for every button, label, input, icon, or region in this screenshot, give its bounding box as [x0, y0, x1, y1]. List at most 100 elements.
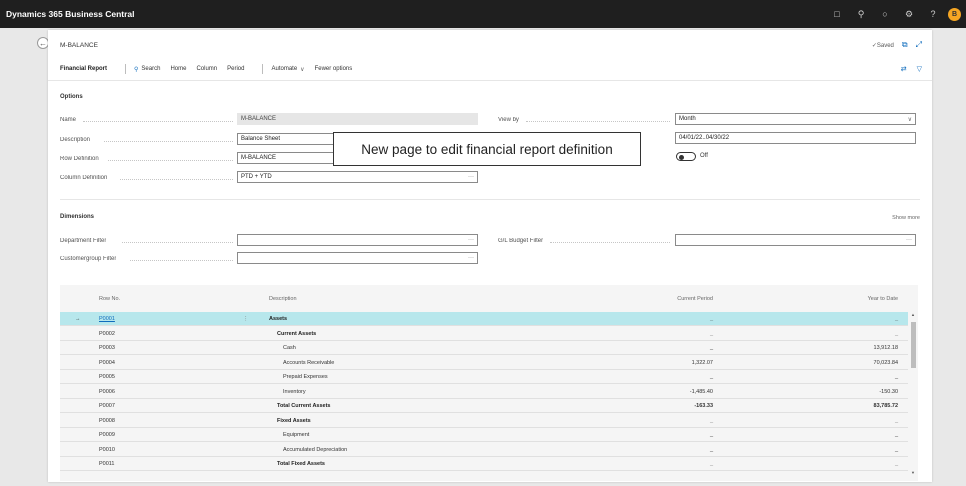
table-row[interactable]: P0011 Total Fixed Assets _ _ [60, 457, 908, 471]
column-definition-field[interactable]: PTD + YTD ··· [237, 171, 478, 183]
current-period-cell: _ [709, 446, 713, 453]
dimensions-section-title[interactable]: Dimensions [60, 214, 94, 220]
column-header-description[interactable]: Description [269, 296, 297, 302]
divider [48, 80, 932, 81]
row-no-cell[interactable]: P0004 [99, 356, 115, 370]
grid-header: Row No. Description Current Period Year … [60, 296, 918, 308]
row-definition-value: M-BALANCE [241, 155, 277, 161]
more-options-icon[interactable]: ··· [906, 237, 912, 243]
expand-icon[interactable]: ⤢ [916, 40, 922, 50]
row-no-cell[interactable]: P0009 [99, 428, 115, 442]
avatar[interactable]: B [948, 7, 961, 21]
current-period-cell: _ [709, 345, 713, 351]
year-to-date-cell: 13,912.18 [873, 345, 898, 351]
app-title[interactable]: Dynamics 365 Business Central [0, 9, 135, 19]
table-row[interactable]: P0008 Fixed Assets _ _ [60, 414, 908, 428]
table-row[interactable]: P0004 Accounts Receivable 1,322.07 70,023.8… [60, 356, 908, 370]
options-section-title[interactable]: Options [60, 94, 83, 100]
current-period-cell: -1,485.40 [689, 388, 713, 395]
period-menu[interactable]: Period [227, 66, 244, 72]
year-to-date-cell: 70,023.84 [873, 359, 898, 366]
current-period-cell: _ [709, 316, 713, 322]
filter-icon[interactable]: ▽ [917, 65, 922, 73]
table-row[interactable]: P0009 Equipment _ _ [60, 428, 908, 442]
row-no-cell[interactable]: P0008 [99, 414, 115, 428]
scroll-down-icon[interactable]: ▼ [911, 470, 915, 475]
dotted-leader [122, 242, 233, 243]
bell-icon[interactable]: ○ [873, 0, 897, 28]
more-options-icon[interactable]: ··· [468, 174, 474, 180]
scroll-up-icon[interactable]: ▲ [911, 312, 915, 317]
description-cell: Equipment [283, 432, 310, 438]
description-cell: Accounts Receivable [283, 359, 335, 366]
description-value: Balance Sheet [241, 136, 281, 142]
toggle-switch[interactable] [676, 152, 696, 161]
description-label: Description [60, 137, 91, 143]
table-row[interactable]: P0006 Inventory -1,485.40 -150.30 [60, 385, 908, 399]
description-cell: Total Fixed Assets [277, 461, 325, 467]
name-value: M-BALANCE [241, 116, 277, 122]
financial-report-tab[interactable]: Financial Report [60, 66, 107, 72]
table-row[interactable]: P0003 Cash _ 13,912.18 [60, 341, 908, 355]
description-cell: Inventory [283, 388, 306, 395]
row-no-cell[interactable]: P0007 [99, 399, 115, 413]
gl-budget-filter-field[interactable]: ··· [675, 234, 916, 246]
row-no-cell[interactable]: P0001 [99, 312, 115, 326]
scroll-thumb[interactable] [911, 322, 916, 368]
row-no-cell[interactable]: P0010 [99, 443, 115, 457]
name-label: Name [60, 117, 77, 123]
automate-menu[interactable]: Automate ∨ [271, 66, 304, 73]
table-row[interactable]: P0010 Accumulated Depreciation _ _ [60, 443, 908, 457]
column-menu[interactable]: Column [196, 66, 217, 72]
department-filter-label: Department Filter [60, 238, 107, 244]
row-no-cell[interactable]: P0003 [99, 341, 115, 355]
callout-annotation: New page to edit financial report defini… [333, 132, 641, 166]
department-filter-field[interactable]: ··· [237, 234, 478, 246]
home-menu[interactable]: Home [170, 66, 186, 72]
row-no-cell[interactable]: P0002 [99, 327, 115, 341]
more-options-icon[interactable]: ··· [468, 255, 474, 261]
fewer-options-button[interactable]: Fewer options [315, 66, 353, 72]
column-header-row-no[interactable]: Row No. [99, 296, 120, 302]
customergroup-filter-field[interactable]: ··· [237, 252, 478, 264]
more-options-icon[interactable]: ··· [468, 237, 474, 243]
action-bar: Financial Report ⚲ Search Home Column Pe… [60, 63, 922, 75]
column-header-year-to-date[interactable]: Year to Date [868, 296, 898, 302]
gear-icon[interactable]: ⚙ [897, 0, 921, 28]
view-by-select[interactable]: Month ∨ [675, 113, 916, 125]
view-by-label: View by [498, 117, 519, 123]
scrollbar[interactable]: ▲ ▼ [911, 312, 916, 477]
date-filter-field[interactable]: 04/01/22..04/30/22 [675, 132, 916, 144]
row-no-cell[interactable]: P0005 [99, 370, 115, 384]
document-icon[interactable]: □ [825, 0, 849, 28]
table-row[interactable]: → ⋮ P0001 Assets _ _ [60, 312, 908, 326]
dotted-leader [120, 179, 233, 180]
current-period-cell: _ [709, 330, 713, 337]
customergroup-filter-label: Customergroup Filter [60, 256, 117, 262]
saved-status: ✓Saved [871, 42, 894, 49]
dotted-leader [83, 121, 233, 122]
table-row[interactable]: P0002 Current Assets _ _ [60, 327, 908, 341]
year-to-date-cell: _ [894, 432, 898, 438]
search-button[interactable]: ⚲ Search [134, 66, 160, 73]
table-row[interactable]: P0005 Prepaid Expenses _ _ [60, 370, 908, 384]
description-cell: Cash [283, 345, 296, 351]
table-row[interactable]: P0007 Total Current Assets -163.33 83,785.7… [60, 399, 908, 413]
section-divider [60, 199, 920, 200]
share-icon[interactable]: ⇄ [901, 65, 907, 73]
dotted-leader [104, 141, 233, 142]
column-definition-value: PTD + YTD [241, 174, 272, 180]
row-no-cell[interactable]: P0011 [99, 457, 115, 471]
open-new-window-icon[interactable]: ⧉ [902, 40, 908, 50]
action-bar-right: ⇄ ▽ [901, 65, 922, 73]
row-no-cell[interactable]: P0006 [99, 385, 115, 399]
column-header-current-period[interactable]: Current Period [677, 296, 713, 302]
header-actions: ✓Saved ⧉ ⤢ [872, 40, 922, 50]
year-to-date-cell: _ [894, 316, 898, 322]
description-cell: Accumulated Depreciation [283, 446, 348, 453]
search-icon[interactable]: ⚲ [849, 0, 873, 28]
help-icon[interactable]: ? [921, 0, 945, 28]
page-title: M-BALANCE [60, 41, 98, 49]
row-actions-icon[interactable]: ⋮ [243, 312, 249, 326]
show-more-link[interactable]: Show more [892, 215, 920, 221]
